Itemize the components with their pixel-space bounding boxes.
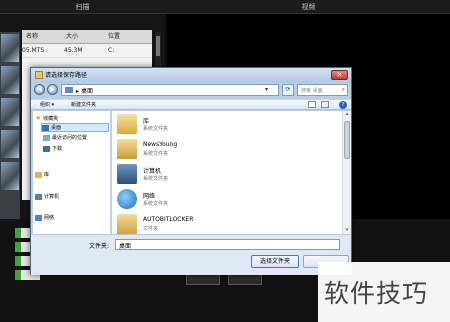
sidebar-label: 收藏夹 xyxy=(43,116,59,122)
folder-icon xyxy=(117,214,137,234)
help-button[interactable]: ? xyxy=(339,101,347,109)
user-folder-icon xyxy=(117,139,137,159)
chevron-down-icon[interactable]: ▾ xyxy=(265,86,268,93)
item-type: 系统文件夹 xyxy=(143,201,169,207)
sidebar-label: 库 xyxy=(44,172,50,178)
address-current: 桌面 xyxy=(80,88,93,95)
item-name: NewsYoung xyxy=(143,141,178,148)
dialog-footer: 文件夹: 桌面 选择文件夹 xyxy=(31,234,351,275)
watermark: 软件技巧 xyxy=(318,262,450,322)
address-row: ◀ ▶ ▸ 桌面 ▾ ⟳ 搜索 桌面 ⌕ xyxy=(31,83,351,99)
watermark-text: 软件技巧 xyxy=(324,279,429,308)
preview-pane-icon[interactable] xyxy=(321,101,329,108)
address-bar[interactable]: ▸ 桌面 ▾ xyxy=(61,84,279,96)
computer-icon xyxy=(35,193,42,200)
thumbnail[interactable] xyxy=(1,66,19,94)
list-item[interactable]: NewsYoung 系统文件夹 xyxy=(117,139,317,163)
star-icon: ★ xyxy=(35,114,42,122)
sidebar-item-recent[interactable]: 最近访问的位置 xyxy=(43,134,87,143)
item-type: 系统文件夹 xyxy=(143,151,169,157)
back-button[interactable]: ◀ xyxy=(34,84,45,95)
thumbnail[interactable] xyxy=(1,130,19,158)
col-size-header[interactable]: 大小 xyxy=(66,30,78,44)
thumbnail[interactable] xyxy=(1,162,19,190)
folder-list-scrollbar[interactable]: ▴ ▾ xyxy=(342,111,351,234)
scroll-down-icon[interactable]: ▾ xyxy=(343,227,351,234)
folder-label: 文件夹: xyxy=(89,243,110,250)
item-type: 系统文件夹 xyxy=(143,126,169,132)
scroll-thumb[interactable] xyxy=(156,36,160,56)
search-input[interactable]: 搜索 桌面 ⌕ xyxy=(297,84,348,96)
downloads-icon xyxy=(43,145,50,152)
folder-icon xyxy=(35,71,43,79)
new-folder-button[interactable]: 新建文件夹 xyxy=(71,101,96,108)
cell-location: C: xyxy=(108,47,115,54)
desktop-icon xyxy=(42,124,49,131)
col-name-header[interactable]: 名称 xyxy=(26,30,38,44)
list-item[interactable]: 计算机 系统文件夹 xyxy=(117,164,317,188)
library-icon xyxy=(117,114,137,134)
select-folder-button[interactable]: 选择文件夹 xyxy=(251,255,299,268)
sidebar-label: 网络 xyxy=(44,215,55,221)
network-icon xyxy=(35,214,42,221)
view-icon[interactable] xyxy=(308,101,316,108)
sidebar-item-desktop[interactable]: 桌面 xyxy=(41,123,109,132)
search-placeholder: 搜索 桌面 xyxy=(301,88,323,94)
sidebar-item-library[interactable]: 库 xyxy=(35,171,49,180)
dialog-title: 请选择保存路径 xyxy=(45,72,88,79)
dialog-titlebar[interactable]: 请选择保存路径 ✕ xyxy=(31,68,351,83)
navigation-pane: ★ 收藏夹 桌面 最近访问的位置 下载 库 计算机 网络 xyxy=(33,111,111,234)
sidebar-label: 下载 xyxy=(52,146,63,152)
thumbnail-strip xyxy=(0,32,20,232)
item-name: AUTOBITLOCKER xyxy=(143,216,194,223)
tab-scan[interactable]: 扫描 xyxy=(0,0,165,14)
item-name: 网络 xyxy=(143,193,156,200)
list-item[interactable]: 库 系统文件夹 xyxy=(117,114,317,138)
thumbnail[interactable] xyxy=(1,98,19,126)
computer-icon xyxy=(117,164,137,184)
item-type: 系统文件夹 xyxy=(143,176,169,182)
search-icon[interactable]: ⌕ xyxy=(342,86,345,94)
app-topbar: 扫描 视频 xyxy=(0,0,450,14)
refresh-button[interactable]: ⟳ xyxy=(282,84,294,96)
thumbnail[interactable] xyxy=(1,34,19,62)
folder-name-field[interactable]: 桌面 xyxy=(115,239,340,250)
list-item[interactable]: 网络 系统文件夹 xyxy=(117,189,317,213)
col-location-header[interactable]: 位置 xyxy=(108,30,120,44)
folder-list: 库 系统文件夹 NewsYoung 系统文件夹 计算机 系统文件夹 网络 系统文… xyxy=(112,111,342,234)
forward-button[interactable]: ▶ xyxy=(47,84,58,95)
address-text: ▸ 桌面 xyxy=(76,86,93,95)
network-icon xyxy=(117,189,137,209)
dialog-toolbar: 组织 ▾ 新建文件夹 ? xyxy=(31,99,351,110)
scroll-up-icon[interactable]: ▴ xyxy=(343,111,351,118)
tab-video[interactable]: 视频 xyxy=(167,0,450,14)
cell-size: 45.3M xyxy=(64,47,83,54)
folder-picker-dialog: 请选择保存路径 ✕ ◀ ▶ ▸ 桌面 ▾ ⟳ 搜索 桌面 ⌕ 组织 ▾ 新建文件… xyxy=(30,67,352,275)
sidebar-label: 计算机 xyxy=(44,194,60,200)
library-icon xyxy=(35,171,42,178)
table-header: 名称 大小 位置 xyxy=(22,30,152,44)
cell-name: 05.MTS xyxy=(22,47,45,54)
sidebar-label: 桌面 xyxy=(51,125,62,131)
organize-menu[interactable]: 组织 ▾ xyxy=(40,101,54,108)
recent-places-icon xyxy=(43,134,50,141)
table-row[interactable]: 05.MTS 45.3M C: xyxy=(22,44,152,58)
item-type: 文件夹 xyxy=(143,226,159,232)
item-name: 库 xyxy=(143,118,150,125)
sidebar-item-favorites[interactable]: ★ 收藏夹 xyxy=(35,114,58,123)
sidebar-item-network[interactable]: 网络 xyxy=(35,214,54,223)
sidebar-item-computer[interactable]: 计算机 xyxy=(35,193,59,202)
address-separator: ▸ xyxy=(76,88,80,95)
sidebar-label: 最近访问的位置 xyxy=(52,135,88,141)
folder-icon xyxy=(65,87,73,93)
close-button[interactable]: ✕ xyxy=(331,70,348,80)
folder-name-value: 桌面 xyxy=(119,243,132,250)
item-name: 计算机 xyxy=(143,168,162,175)
sidebar-item-downloads[interactable]: 下载 xyxy=(43,145,62,154)
scroll-thumb[interactable] xyxy=(344,121,350,159)
